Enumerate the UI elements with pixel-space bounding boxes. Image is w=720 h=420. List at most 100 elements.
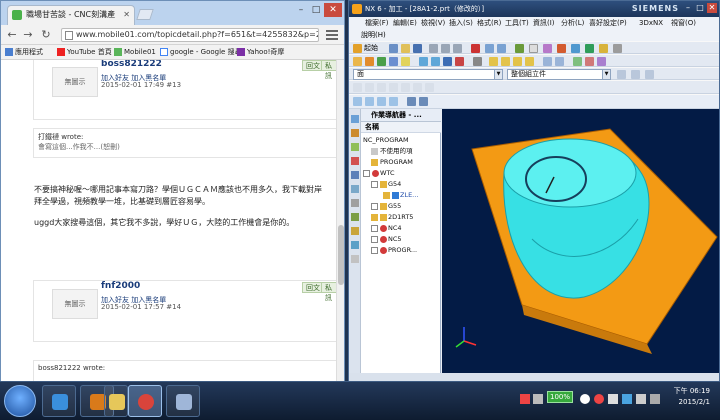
menu-file[interactable]: 檔案(F) (365, 17, 389, 29)
close-window-icon[interactable]: ✕ (324, 3, 342, 17)
tree-item-g54[interactable]: G54 (371, 179, 401, 189)
undo-icon[interactable] (485, 44, 494, 53)
render-style-icon[interactable] (407, 97, 416, 106)
info-object-icon[interactable] (555, 57, 564, 66)
collapse-icon[interactable] (371, 181, 378, 188)
zoom-icon[interactable] (365, 97, 374, 106)
taskbar-explorer[interactable] (104, 385, 128, 417)
bookmark-google[interactable]: google - Google 搜尋 (160, 45, 242, 59)
create-geometry-icon[interactable] (377, 57, 386, 66)
orient-view-icon[interactable] (419, 97, 428, 106)
network-icon[interactable] (533, 394, 543, 404)
paste-object-icon[interactable] (525, 57, 534, 66)
maximize-icon[interactable]: □ (309, 3, 323, 17)
tree-item-progr[interactable]: PROGR... (371, 245, 417, 255)
postprocess-icon[interactable] (455, 57, 464, 66)
expand-icon[interactable] (371, 203, 378, 210)
cut-object-icon[interactable] (501, 57, 510, 66)
menu-format[interactable]: 格式(R) (477, 17, 501, 29)
menu-window[interactable]: 視窗(O) (671, 17, 696, 29)
username-link[interactable]: fnf2000 (101, 281, 140, 291)
shop-doc-icon[interactable] (473, 57, 482, 66)
expand-icon[interactable] (371, 236, 378, 243)
create-method-icon[interactable] (389, 57, 398, 66)
snap-icon[interactable] (645, 70, 654, 79)
display-object-icon[interactable] (543, 57, 552, 66)
snap-point-icon[interactable] (353, 83, 362, 92)
close-window-icon[interactable]: ✕ (707, 3, 717, 13)
delete-icon[interactable] (471, 44, 480, 53)
copy-object-icon[interactable] (513, 57, 522, 66)
clock-tray-icon[interactable] (580, 394, 590, 404)
tree-item-zle[interactable]: ZLE... (383, 190, 418, 200)
tool-icon[interactable] (543, 44, 552, 53)
paste-icon[interactable] (453, 44, 462, 53)
menu-analysis[interactable]: 分析(L) (561, 17, 584, 29)
copy-icon[interactable] (441, 44, 450, 53)
expand-icon[interactable] (371, 225, 378, 232)
taskbar-ie[interactable] (42, 385, 76, 417)
midpoint-icon[interactable] (377, 83, 386, 92)
feature-icon[interactable] (571, 44, 580, 53)
menu-3dxnx[interactable]: 3DxNX (639, 17, 663, 29)
start-icon[interactable] (353, 44, 362, 53)
browser-tab[interactable]: 職場甘苦談 - CNC刻溝產 ✕ (7, 5, 135, 25)
layer-icon[interactable] (515, 44, 524, 53)
analysis-icon[interactable] (599, 44, 608, 53)
tree-item-2d1rt5[interactable]: 2D1RT5 (371, 212, 413, 222)
display-icon[interactable] (622, 394, 632, 404)
create-program-icon[interactable] (353, 57, 362, 66)
minimize-icon[interactable]: – (294, 3, 308, 17)
taskbar-chrome[interactable] (128, 385, 162, 417)
column-header-name[interactable]: 名稱 (361, 122, 441, 133)
web-browser-icon[interactable] (351, 199, 359, 207)
system-materials-icon[interactable] (351, 227, 359, 235)
pan-icon[interactable] (389, 97, 398, 106)
endpoint-icon[interactable] (365, 83, 374, 92)
assembly-nav-icon[interactable] (351, 115, 359, 123)
history-icon[interactable] (351, 213, 359, 221)
feed-speed-icon[interactable] (573, 57, 582, 66)
selection-scope-select[interactable]: 整個組立件 ▼ (507, 69, 611, 80)
keyboard-icon[interactable] (608, 394, 618, 404)
scrollbar-thumb[interactable] (338, 225, 344, 285)
fit-icon[interactable] (353, 97, 362, 106)
back-icon[interactable]: ← (5, 28, 19, 42)
hd3d-icon[interactable] (351, 185, 359, 193)
speaker-icon[interactable] (636, 394, 646, 404)
bookmark-youtube[interactable]: YouTube 首頁 (57, 45, 112, 59)
menu-edit[interactable]: 編輯(E) (393, 17, 417, 29)
center-icon[interactable] (389, 83, 398, 92)
create-operation-icon[interactable] (401, 57, 410, 66)
replay-path-icon[interactable] (431, 57, 440, 66)
bookmark-yahoo[interactable]: Yahoo!奇摩 (237, 45, 284, 59)
menu-view[interactable]: 檢視(V) (421, 17, 445, 29)
roles-icon[interactable] (351, 255, 359, 263)
menu-info[interactable]: 資訊(I) (533, 17, 555, 29)
menu-tools[interactable]: 工具(T) (505, 17, 529, 29)
scrollbar[interactable] (336, 60, 344, 382)
intersect-icon[interactable] (413, 83, 422, 92)
menu-preferences[interactable]: 喜好設定(P) (589, 17, 627, 29)
type-filter-select[interactable]: 面 ▼ (353, 69, 503, 80)
tree-item-nc4[interactable]: NC4 (371, 223, 402, 233)
quadrant-icon[interactable] (401, 83, 410, 92)
taskbar-nx[interactable] (166, 385, 200, 417)
tree-item-unused[interactable]: 不使用的項 (371, 146, 413, 156)
battery-indicator[interactable]: 100% (547, 391, 573, 403)
alert-icon[interactable] (594, 394, 604, 404)
redo-icon[interactable] (497, 44, 506, 53)
edit-object-icon[interactable] (489, 57, 498, 66)
select-all-icon[interactable] (617, 70, 626, 79)
graphics-viewport[interactable] (442, 109, 719, 373)
antivirus-icon[interactable] (520, 394, 530, 404)
save-icon[interactable] (413, 44, 422, 53)
menu-help[interactable]: 說明(H) (361, 29, 386, 41)
process-studio-icon[interactable] (351, 241, 359, 249)
new-icon[interactable] (389, 44, 398, 53)
settings-icon[interactable] (613, 44, 622, 53)
open-icon[interactable] (401, 44, 410, 53)
maximize-icon[interactable]: □ (695, 3, 705, 13)
bookmark-apps[interactable]: 應用程式 (5, 45, 43, 59)
deselect-icon[interactable] (631, 70, 640, 79)
